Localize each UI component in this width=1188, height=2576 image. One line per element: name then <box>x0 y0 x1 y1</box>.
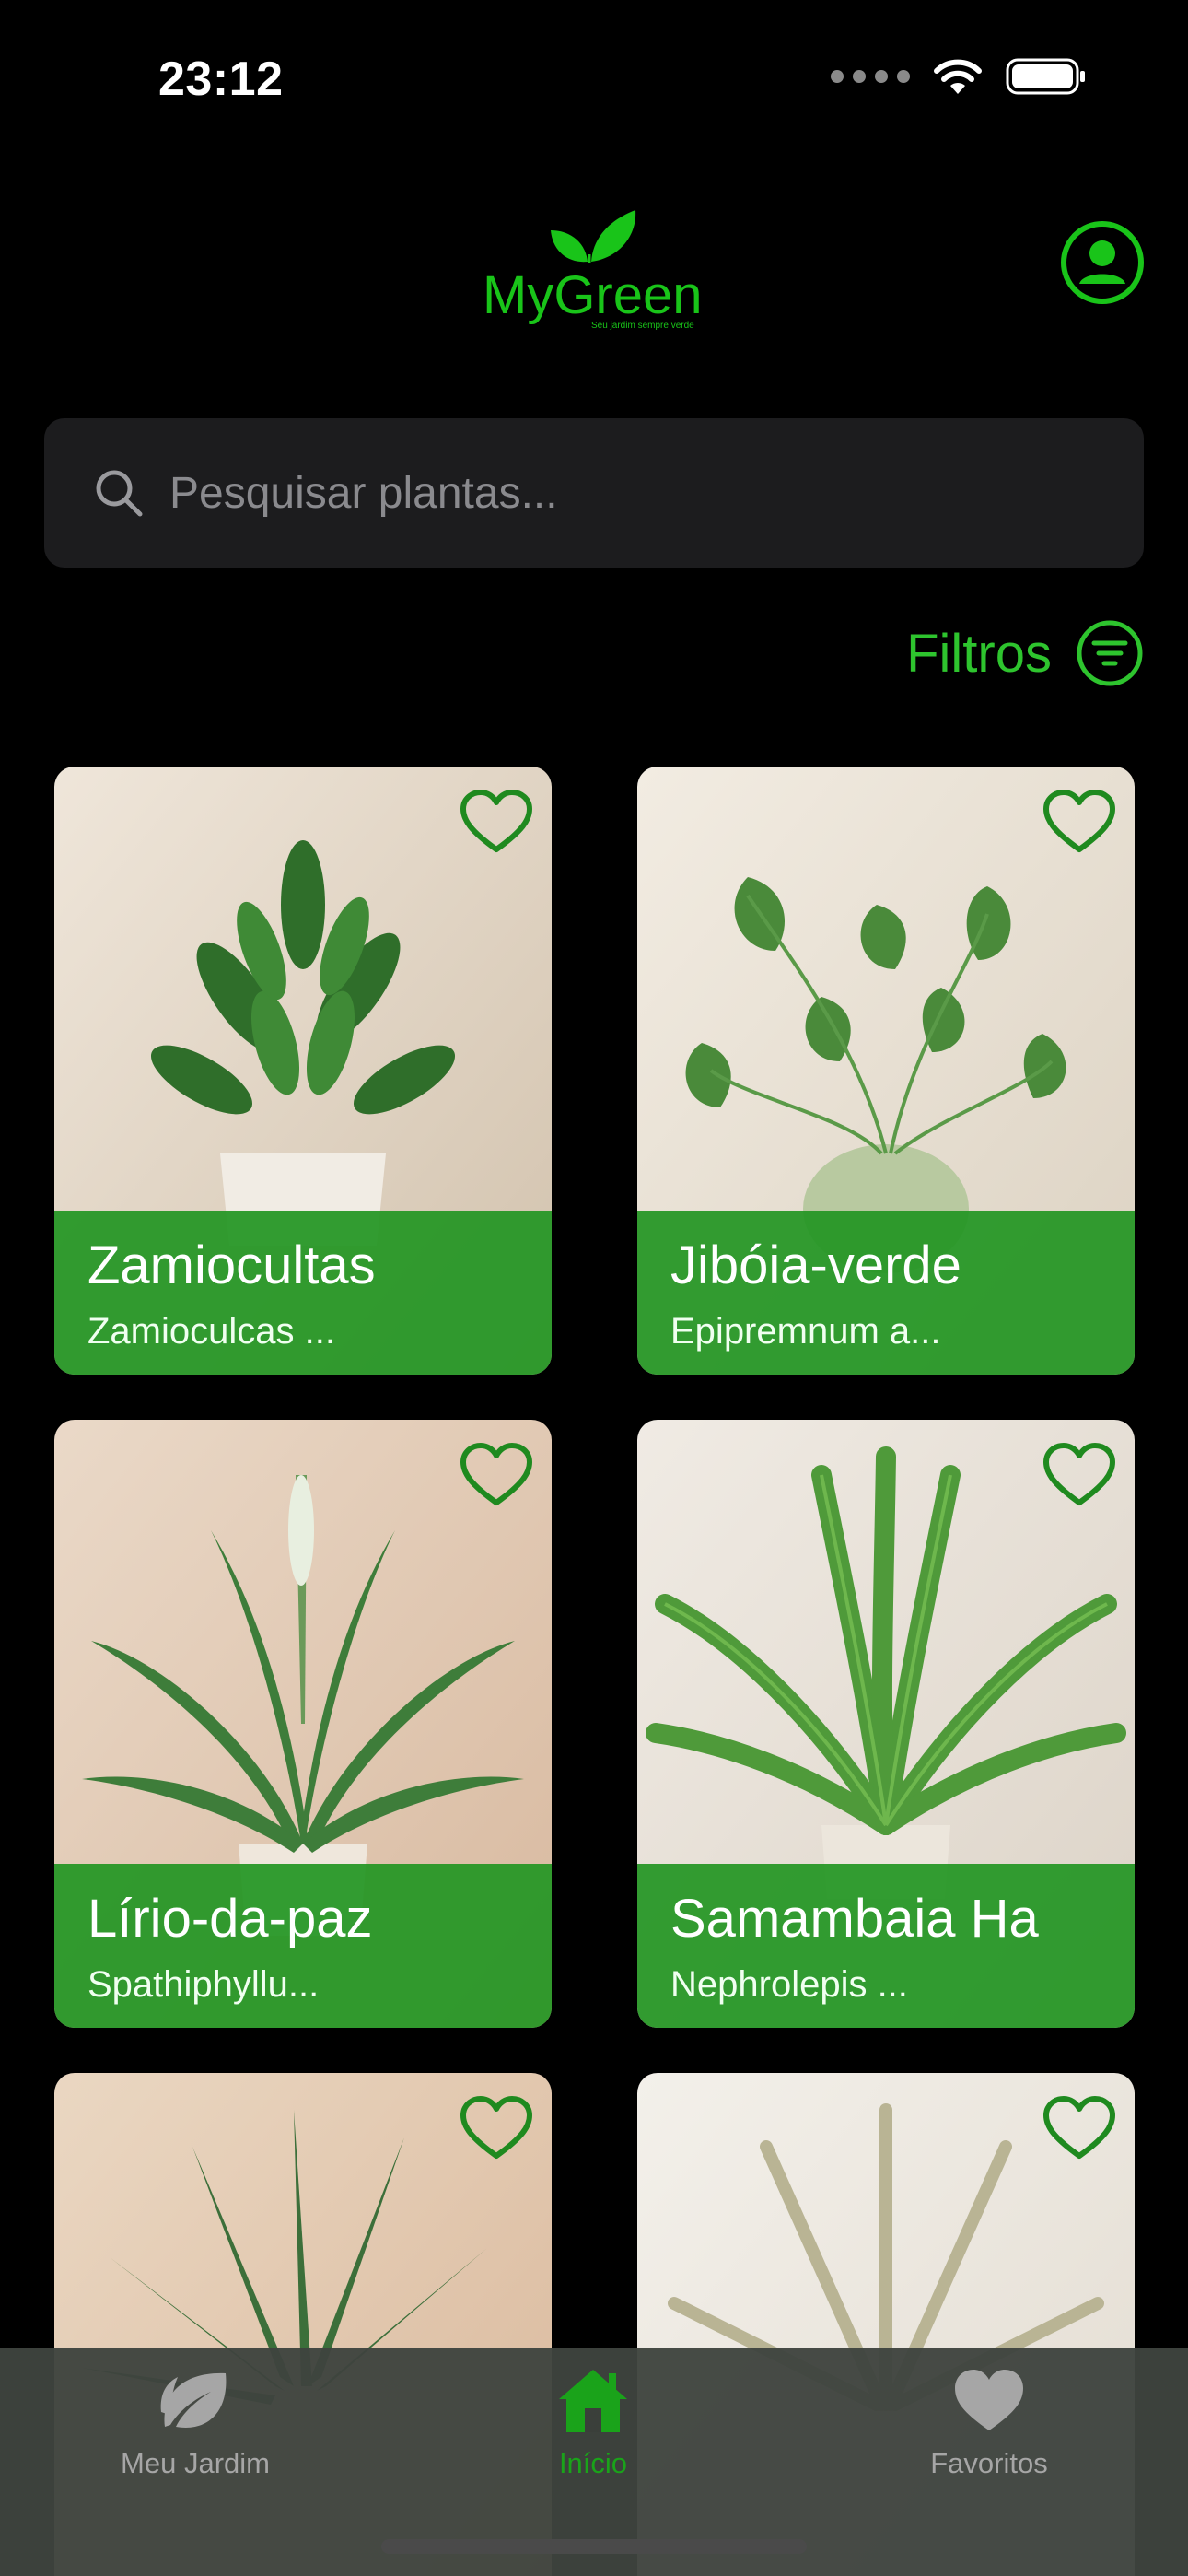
status-time: 23:12 <box>158 53 284 106</box>
plant-scientific-name: Epipremnum a... <box>670 1311 941 1352</box>
tab-favoritos[interactable]: Favoritos <box>851 2366 1127 2480</box>
favorite-heart-icon[interactable] <box>460 1442 533 1508</box>
cellular-signal-icon <box>831 70 910 83</box>
favorite-heart-icon[interactable] <box>1042 1442 1116 1508</box>
search-icon <box>96 470 143 517</box>
favorite-heart-icon[interactable] <box>460 789 533 855</box>
status-icons <box>831 57 1087 96</box>
plant-card[interactable]: Samambaia Ha Nephrolepis ... <box>637 1420 1135 2028</box>
plant-info: Lírio-da-paz Spathiphyllu... <box>54 1864 552 2028</box>
filters-label: Filtros <box>906 623 1052 684</box>
svg-text:MyGreen: MyGreen <box>483 265 703 325</box>
home-icon <box>559 2370 627 2432</box>
plant-card[interactable]: Jibóia-verde Epipremnum a... <box>637 767 1135 1375</box>
plant-info: Jibóia-verde Epipremnum a... <box>637 1211 1135 1375</box>
plant-card[interactable]: Lírio-da-paz Spathiphyllu... <box>54 1420 552 2028</box>
home-indicator <box>381 2539 807 2554</box>
filters-button[interactable]: Filtros <box>906 619 1144 687</box>
plant-name: Lírio-da-paz <box>87 1889 373 1949</box>
person-circle-icon <box>1061 221 1144 304</box>
filter-icon <box>1077 620 1143 686</box>
tab-meu-jardim[interactable]: Meu Jardim <box>57 2366 333 2480</box>
tab-label: Início <box>558 2447 628 2479</box>
plant-name: Jibóia-verde <box>670 1235 961 1295</box>
tab-inicio[interactable]: Início <box>455 2366 731 2480</box>
tab-label: Meu Jardim <box>121 2447 270 2479</box>
svg-text:Seu jardim sempre verde: Seu jardim sempre verde <box>591 321 694 331</box>
plant-info: Samambaia Ha Nephrolepis ... <box>637 1864 1135 2028</box>
heart-icon <box>955 2370 1023 2430</box>
plant-scientific-name: Spathiphyllu... <box>87 1964 320 2005</box>
plant-name: Samambaia Ha <box>670 1889 1039 1949</box>
wifi-icon <box>934 59 982 94</box>
plant-card[interactable]: Zamiocultas Zamioculcas ... <box>54 767 552 1375</box>
battery-icon <box>1006 58 1085 95</box>
plant-scientific-name: Nephrolepis ... <box>670 1964 908 2005</box>
favorite-heart-icon[interactable] <box>1042 2095 1116 2161</box>
plant-scientific-name: Zamioculcas ... <box>87 1311 335 1352</box>
search-bar[interactable] <box>44 418 1144 568</box>
leaf-icon <box>160 2372 227 2428</box>
app-logo: MyGreen Seu jardim sempre verde <box>479 203 709 332</box>
plant-info: Zamiocultas Zamioculcas ... <box>54 1211 552 1375</box>
favorite-heart-icon[interactable] <box>1042 789 1116 855</box>
search-input[interactable] <box>169 467 1090 519</box>
favorite-heart-icon[interactable] <box>460 2095 533 2161</box>
profile-button[interactable] <box>1059 219 1146 306</box>
plant-name: Zamiocultas <box>87 1235 376 1295</box>
tab-label: Favoritos <box>930 2447 1048 2479</box>
